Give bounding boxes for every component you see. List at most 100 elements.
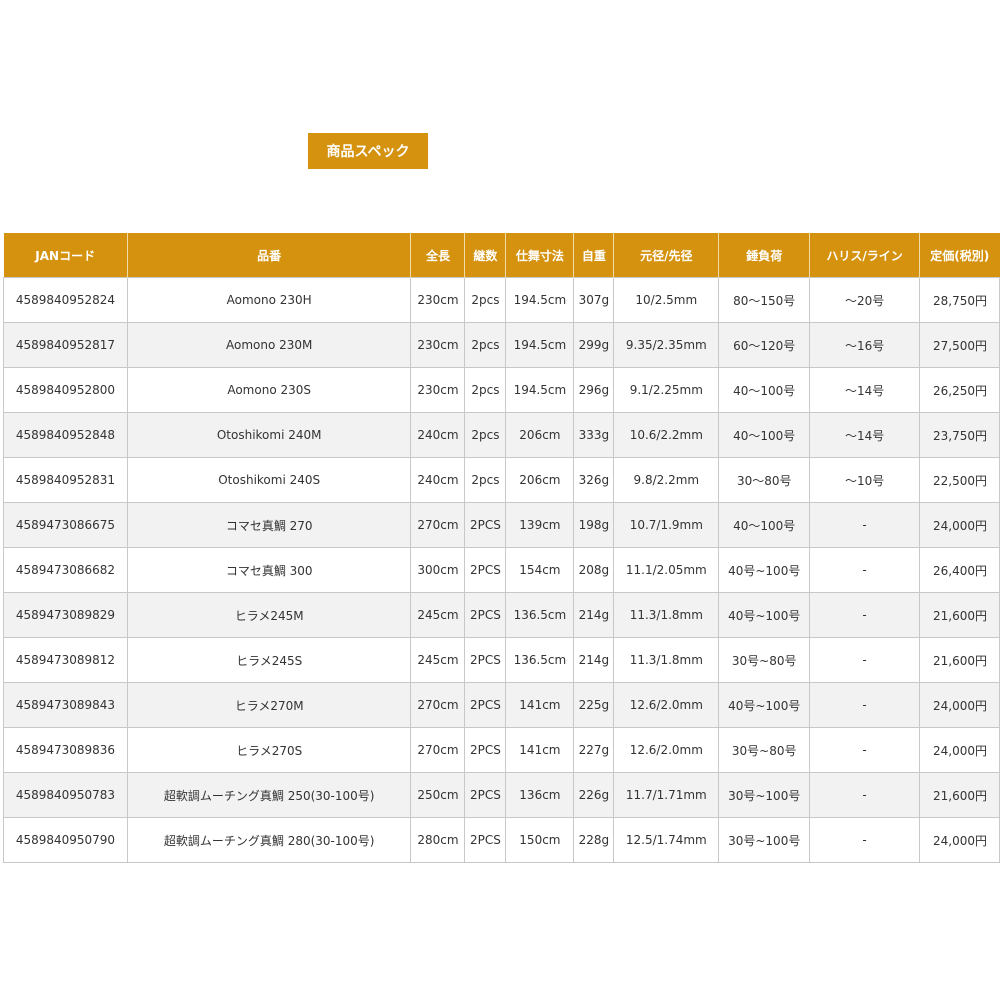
jan-code-cell: 4589473089812 (3, 637, 128, 683)
model-number-cell: ヒラメ270M (126, 682, 412, 728)
table-row: 4589840952817 Aomono 230M 230cm 2pcs 194.5cm… (3, 322, 1000, 368)
price-cell: 24,000円 (918, 502, 1000, 548)
sinker-load-cell: 40～100号 (718, 412, 811, 458)
diameter-cell: 10.7/1.9mm (613, 502, 720, 548)
diameter-cell: 11.7/1.71mm (613, 772, 720, 818)
table-row: 4589473089829 ヒラメ245M 245cm 2PCS 136.5cm 214g… (3, 592, 1000, 638)
line-cell: ～20号 (809, 277, 920, 323)
sinker-load-cell: 40～100号 (718, 502, 811, 548)
sinker-load-cell: 40～100号 (718, 367, 811, 413)
header-price: 定価(税別) (919, 233, 1000, 278)
total-length-cell: 300cm (410, 547, 466, 593)
table-row: 4589840950790 超軟調ムーチング真鯛 280(30-100号) 280c… (3, 817, 1000, 863)
sections-cell: 2PCS (464, 502, 507, 548)
sinker-load-cell: 40号~100号 (718, 547, 811, 593)
header-sections: 継数 (464, 233, 507, 278)
price-cell: 27,500円 (918, 322, 1000, 368)
price-cell: 21,600円 (918, 772, 1000, 818)
total-length-cell: 270cm (410, 727, 466, 773)
header-diameter: 元径/先径 (613, 233, 720, 278)
spec-title-badge: 商品スペック (308, 133, 428, 169)
price-cell: 21,600円 (918, 637, 1000, 683)
price-cell: 28,750円 (918, 277, 1000, 323)
closed-length-cell: 194.5cm (505, 322, 575, 368)
jan-code-cell: 4589840952848 (3, 412, 128, 458)
diameter-cell: 12.6/2.0mm (613, 682, 720, 728)
header-total-length: 全長 (410, 233, 466, 278)
model-number-cell: ヒラメ270S (126, 727, 412, 773)
sinker-load-cell: 80～150号 (718, 277, 811, 323)
diameter-cell: 12.5/1.74mm (613, 817, 720, 863)
jan-code-cell: 4589473086682 (3, 547, 128, 593)
line-cell: - (809, 592, 920, 638)
weight-cell: 228g (573, 817, 615, 863)
line-cell: - (809, 547, 920, 593)
line-cell: ～14号 (809, 367, 920, 413)
closed-length-cell: 136.5cm (505, 592, 575, 638)
sinker-load-cell: 30号~80号 (718, 727, 811, 773)
weight-cell: 226g (573, 772, 615, 818)
closed-length-cell: 136.5cm (505, 637, 575, 683)
diameter-cell: 11.1/2.05mm (613, 547, 720, 593)
model-number-cell: コマセ真鯛 300 (126, 547, 412, 593)
weight-cell: 296g (573, 367, 615, 413)
jan-code-cell: 4589840952817 (3, 322, 128, 368)
spec-title: 商品スペック (326, 144, 410, 160)
closed-length-cell: 136cm (505, 772, 575, 818)
table-row: 4589840950783 超軟調ムーチング真鯛 250(30-100号) 250c… (3, 772, 1000, 818)
sections-cell: 2pcs (464, 457, 507, 503)
line-cell: ～16号 (809, 322, 920, 368)
sections-cell: 2pcs (464, 277, 507, 323)
total-length-cell: 245cm (410, 637, 466, 683)
sections-cell: 2PCS (464, 547, 507, 593)
header-closed-length: 仕舞寸法 (505, 233, 575, 278)
header-weight: 自重 (573, 233, 615, 278)
header-jan-code: JANコード (3, 233, 128, 278)
jan-code-cell: 4589473089843 (3, 682, 128, 728)
sections-cell: 2PCS (464, 817, 507, 863)
weight-cell: 227g (573, 727, 615, 773)
diameter-cell: 11.3/1.8mm (613, 592, 720, 638)
sections-cell: 2PCS (464, 772, 507, 818)
price-cell: 26,250円 (918, 367, 1000, 413)
total-length-cell: 240cm (410, 412, 466, 458)
closed-length-cell: 154cm (505, 547, 575, 593)
total-length-cell: 280cm (410, 817, 466, 863)
diameter-cell: 10/2.5mm (613, 277, 720, 323)
price-cell: 26,400円 (918, 547, 1000, 593)
jan-code-cell: 4589840950790 (3, 817, 128, 863)
sections-cell: 2pcs (464, 367, 507, 413)
closed-length-cell: 194.5cm (505, 277, 575, 323)
closed-length-cell: 139cm (505, 502, 575, 548)
table-row: 4589473086675 コマセ真鯛 270 270cm 2PCS 139cm 198g… (3, 502, 1000, 548)
weight-cell: 214g (573, 637, 615, 683)
price-cell: 24,000円 (918, 727, 1000, 773)
sections-cell: 2pcs (464, 322, 507, 368)
sections-cell: 2PCS (464, 592, 507, 638)
model-number-cell: 超軟調ムーチング真鯛 250(30-100号) (126, 772, 412, 818)
table-row: 4589840952848 Otoshikomi 240M 240cm 2pcs 206… (3, 412, 1000, 458)
diameter-cell: 10.6/2.2mm (613, 412, 720, 458)
total-length-cell: 230cm (410, 322, 466, 368)
model-number-cell: Aomono 230S (126, 367, 412, 413)
weight-cell: 214g (573, 592, 615, 638)
model-number-cell: Otoshikomi 240S (126, 457, 412, 503)
jan-code-cell: 4589840952831 (3, 457, 128, 503)
price-cell: 22,500円 (918, 457, 1000, 503)
total-length-cell: 245cm (410, 592, 466, 638)
diameter-cell: 12.6/2.0mm (613, 727, 720, 773)
weight-cell: 198g (573, 502, 615, 548)
diameter-cell: 9.1/2.25mm (613, 367, 720, 413)
sinker-load-cell: 30号~100号 (718, 817, 811, 863)
table-body: 4589840952824 Aomono 230H 230cm 2pcs 194.5cm… (3, 277, 1000, 863)
model-number-cell: ヒラメ245M (126, 592, 412, 638)
total-length-cell: 270cm (410, 682, 466, 728)
jan-code-cell: 4589473089836 (3, 727, 128, 773)
jan-code-cell: 4589473089829 (3, 592, 128, 638)
line-cell: - (809, 682, 920, 728)
weight-cell: 326g (573, 457, 615, 503)
table-row: 4589473089836 ヒラメ270S 270cm 2PCS 141cm 227g 12… (3, 727, 1000, 773)
diameter-cell: 9.35/2.35mm (613, 322, 720, 368)
weight-cell: 208g (573, 547, 615, 593)
total-length-cell: 270cm (410, 502, 466, 548)
